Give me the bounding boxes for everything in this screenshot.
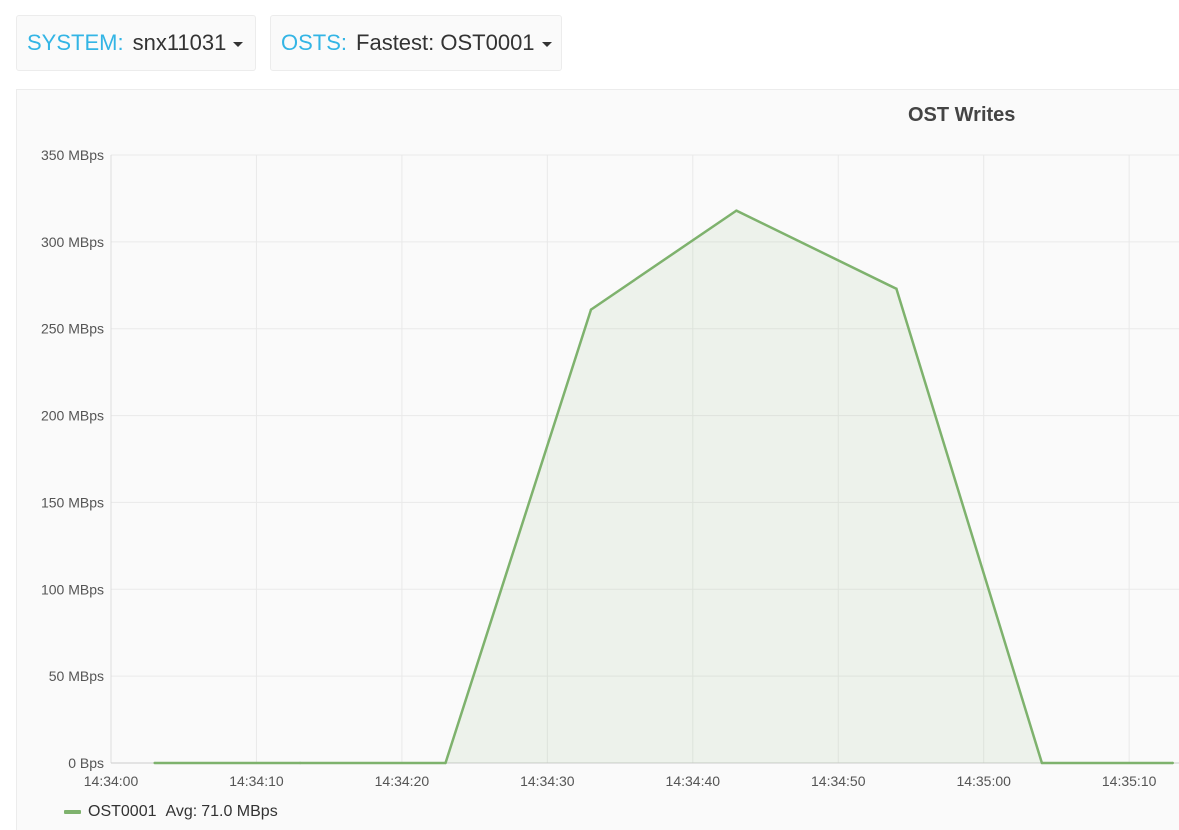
x-tick-label: 14:34:00: [84, 773, 139, 789]
x-tick-label: 14:35:10: [1102, 773, 1157, 789]
y-tick-label: 50 MBps: [49, 668, 104, 684]
system-variable-value: snx11031: [132, 30, 227, 55]
y-tick-label: 350 MBps: [41, 147, 104, 163]
legend-avg-value: 71.0 MBps: [201, 803, 278, 820]
caret-down-icon: [233, 42, 244, 47]
legend-series-name[interactable]: OST0001: [88, 803, 156, 821]
system-variable-dropdown[interactable]: SYSTEM: snx11031: [16, 15, 256, 71]
y-tick-label: 300 MBps: [41, 234, 104, 250]
data-point: [1040, 761, 1044, 765]
legend-avg-label: Avg:: [165, 803, 198, 820]
data-point: [444, 761, 447, 765]
data-point: [298, 761, 302, 765]
osts-variable-dropdown[interactable]: OSTS: Fastest: OST0001: [270, 15, 562, 71]
x-tick-label: 14:34:40: [666, 773, 721, 789]
osts-variable-label: OSTS:: [281, 30, 348, 55]
x-tick-label: 14:35:00: [956, 773, 1011, 789]
data-point: [589, 308, 593, 311]
legend-swatch: [64, 810, 81, 814]
x-tick-label: 14:34:20: [375, 773, 430, 789]
ost-writes-panel: OST Writes 0 Bps 50 MBps 100 MBps 150 MBps 2…: [16, 89, 1179, 830]
y-tick-label: 0 Bps: [68, 755, 104, 771]
x-tick-label: 14:34:50: [811, 773, 866, 789]
system-variable-label: SYSTEM:: [27, 30, 124, 55]
osts-variable-value: Fastest: OST0001: [356, 30, 535, 55]
data-point: [1171, 761, 1174, 765]
data-point: [153, 761, 156, 765]
ost-writes-chart[interactable]: 0 Bps 50 MBps 100 MBps 150 MBps 200 MBps 250 …: [17, 90, 1179, 830]
legend: OST0001 Avg: 71.0 MBps: [64, 803, 278, 821]
y-tick-label: 150 MBps: [41, 494, 104, 510]
series-area-ost0001: [154, 210, 1173, 764]
x-tick-label: 14:34:30: [520, 773, 575, 789]
data-point: [895, 287, 898, 290]
y-tick-label: 250 MBps: [41, 321, 104, 337]
x-tick-label: 14:34:10: [229, 773, 284, 789]
y-tick-label: 200 MBps: [41, 408, 104, 424]
caret-down-icon: [541, 42, 552, 47]
y-tick-label: 100 MBps: [41, 581, 104, 597]
data-point: [735, 209, 738, 212]
